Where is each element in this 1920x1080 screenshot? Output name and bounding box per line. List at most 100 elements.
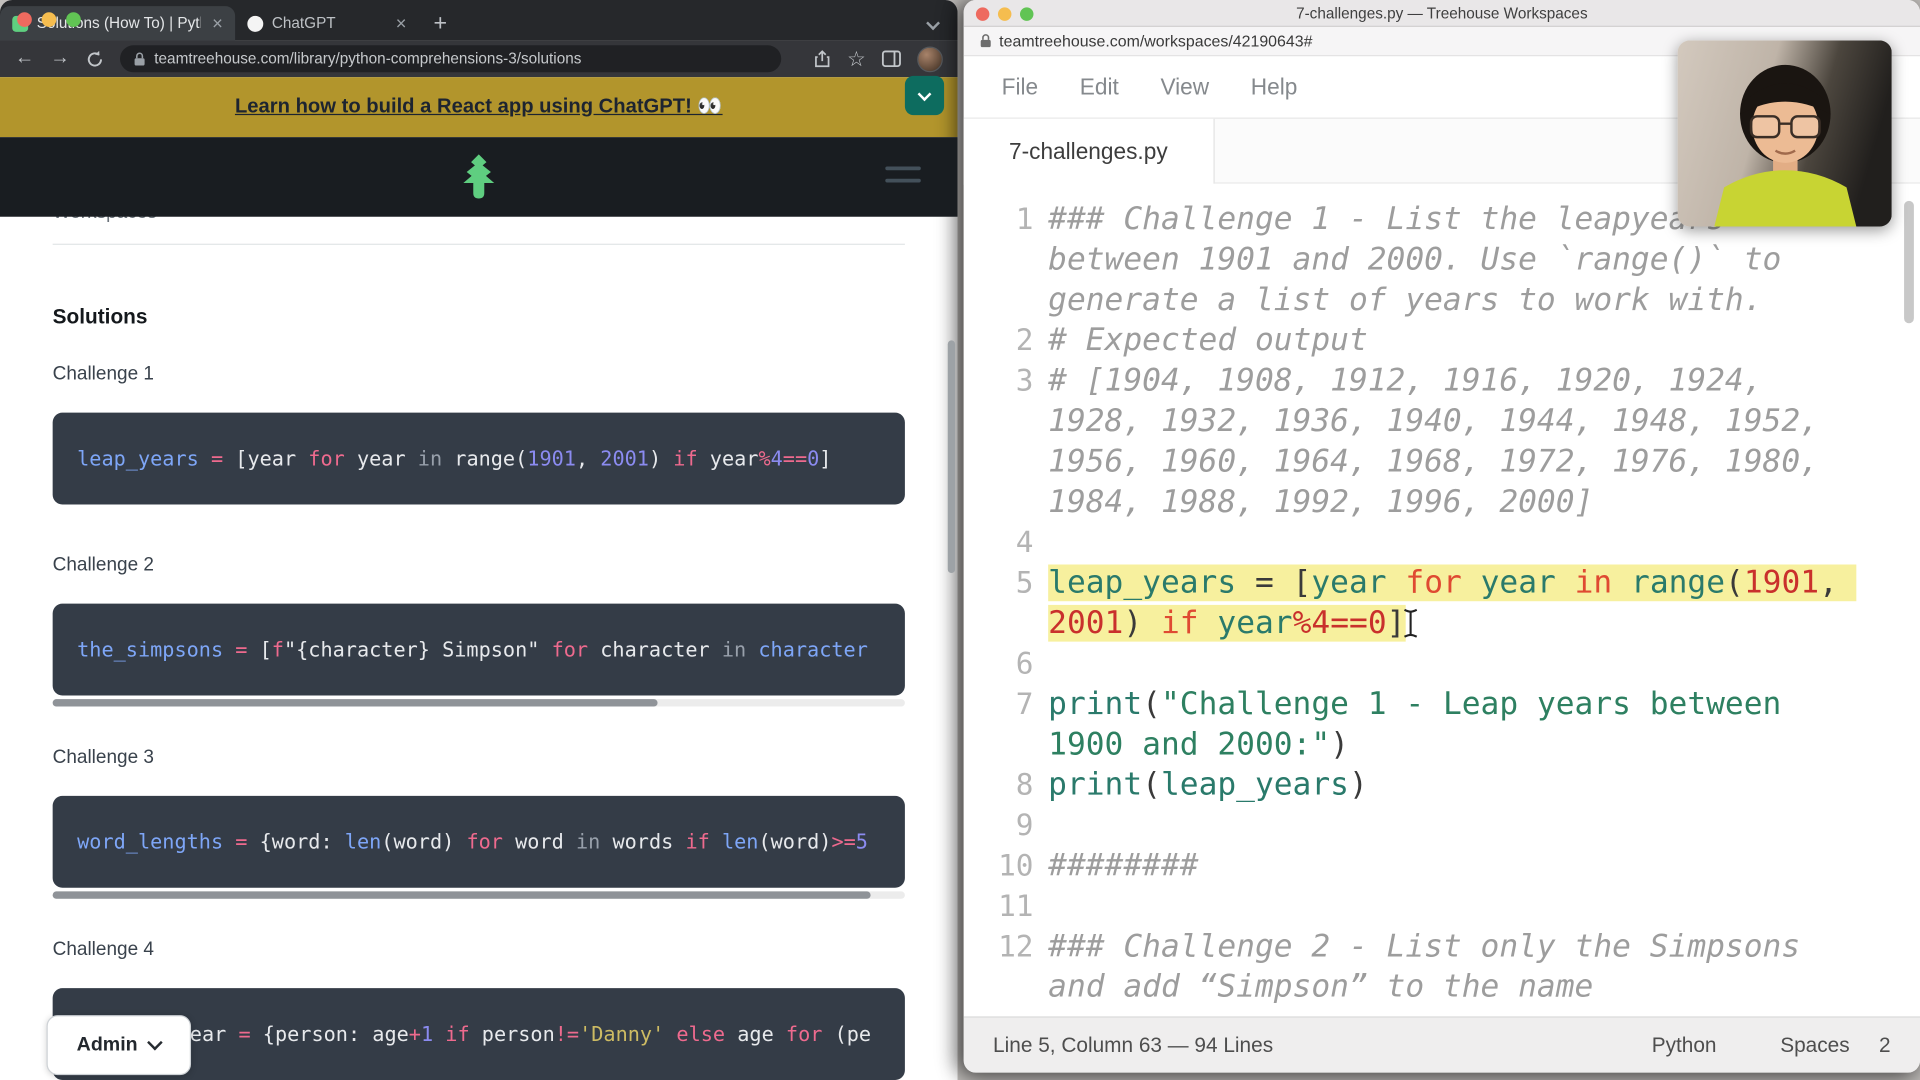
back-button[interactable]: ← bbox=[15, 49, 35, 69]
minimize-window-button[interactable] bbox=[42, 12, 57, 27]
challenge-label: Challenge 1 bbox=[53, 364, 905, 386]
editor-line[interactable]: 8print(leap_years) bbox=[980, 765, 1920, 805]
treehouse-logo-icon[interactable] bbox=[457, 152, 501, 201]
challenges-list: Challenge 1 leap_years = [year for year i… bbox=[0, 364, 958, 1080]
indent-size[interactable]: 2 bbox=[1879, 1033, 1891, 1057]
bookmark-star-icon[interactable]: ☆ bbox=[847, 48, 866, 69]
new-tab-button[interactable]: + bbox=[433, 12, 447, 35]
editor-line[interactable]: 5leap_years = [year for year in range(19… bbox=[980, 563, 1920, 644]
code-line[interactable]: # [1904, 1908, 1912, 1916, 1920, 1924, 1… bbox=[1033, 361, 1841, 523]
menu-view[interactable]: View bbox=[1160, 73, 1209, 100]
scrollbar-thumb[interactable] bbox=[53, 699, 658, 706]
divider bbox=[53, 244, 905, 245]
code-line[interactable] bbox=[1033, 887, 1841, 927]
lock-icon bbox=[980, 33, 992, 49]
code-snippet-line: the_simpsons = [f"{character} Simpson" f… bbox=[53, 638, 868, 661]
webcam-video bbox=[1678, 40, 1892, 226]
close-tab-icon[interactable]: × bbox=[210, 14, 226, 32]
page-title: Solutions bbox=[53, 305, 905, 329]
menu-help[interactable]: Help bbox=[1251, 73, 1298, 100]
editor-line[interactable]: 11 bbox=[980, 887, 1920, 927]
reload-button[interactable] bbox=[86, 50, 104, 68]
line-number: 8 bbox=[980, 765, 1034, 805]
side-panel-icon[interactable] bbox=[882, 50, 902, 67]
line-number: 2 bbox=[980, 321, 1034, 361]
code-line[interactable]: ######## bbox=[1033, 846, 1841, 886]
code-snippet-block: the_simpsons = [f"{character} Simpson" f… bbox=[53, 604, 905, 696]
indent-mode[interactable]: Spaces bbox=[1780, 1033, 1849, 1057]
line-number: 10 bbox=[980, 846, 1034, 886]
code-editor[interactable]: 1### Challenge 1 - List the leapyears be… bbox=[964, 184, 1920, 1017]
line-number: 9 bbox=[980, 806, 1034, 846]
traffic-lights bbox=[17, 12, 81, 27]
file-tab-label: 7-challenges.py bbox=[1009, 138, 1168, 165]
line-number: 6 bbox=[980, 644, 1034, 684]
code-line[interactable]: ### Challenge 2 - List only the Simpsons… bbox=[1033, 927, 1841, 1008]
code-line[interactable] bbox=[1033, 806, 1841, 846]
code-line[interactable]: print(leap_years) bbox=[1033, 765, 1841, 805]
editor-line[interactable]: 10######## bbox=[980, 846, 1920, 886]
window-title-bar: 7-challenges.py — Treehouse Workspaces bbox=[964, 0, 1920, 27]
editor-line[interactable]: 7print("Challenge 1 - Leap years between… bbox=[980, 684, 1920, 765]
code-line[interactable]: print("Challenge 1 - Leap years between … bbox=[1033, 684, 1841, 765]
ibeam-cursor bbox=[1402, 607, 1419, 650]
editor-line[interactable]: 3# [1904, 1908, 1912, 1916, 1920, 1924, … bbox=[980, 361, 1920, 523]
webcam-overlay[interactable] bbox=[1678, 40, 1892, 226]
menu-file[interactable]: File bbox=[1002, 73, 1039, 100]
editor-line[interactable]: 9 bbox=[980, 806, 1920, 846]
editor-line[interactable]: 12### Challenge 2 - List only the Simpso… bbox=[980, 927, 1920, 1008]
profile-avatar[interactable] bbox=[917, 46, 943, 72]
code-snippet-line: leap_years = [year for year in range(190… bbox=[53, 447, 832, 470]
tab-strip: Solutions (How To) | Python Co × ChatGPT… bbox=[0, 0, 958, 40]
status-bar: Line 5, Column 63 — 94 Lines Python Spac… bbox=[964, 1016, 1920, 1072]
horizontal-scrollbar[interactable] bbox=[53, 891, 905, 898]
code-line[interactable] bbox=[1033, 644, 1841, 684]
admin-menu-button[interactable]: Admin bbox=[47, 1015, 191, 1075]
browser-toolbar: ← → teamtreehouse.com/library/python-com… bbox=[0, 40, 958, 77]
browser-tab-chatgpt[interactable]: ChatGPT × bbox=[235, 6, 419, 40]
workspaces-window: 7-challenges.py — Treehouse Workspaces t… bbox=[964, 0, 1920, 1073]
zoom-window-button[interactable] bbox=[66, 12, 81, 27]
line-number: 4 bbox=[980, 523, 1034, 563]
zoom-window-button[interactable] bbox=[1020, 7, 1033, 20]
tab-search-chevron-icon[interactable] bbox=[928, 12, 938, 34]
horizontal-scrollbar[interactable] bbox=[53, 699, 905, 706]
desktop: Solutions (How To) | Python Co × ChatGPT… bbox=[0, 0, 1920, 1080]
language-mode[interactable]: Python bbox=[1652, 1033, 1717, 1057]
url-text: teamtreehouse.com/workspaces/42190643# bbox=[999, 32, 1312, 50]
code-line[interactable]: leap_years = [year for year in range(190… bbox=[1033, 563, 1841, 644]
line-number: 11 bbox=[980, 887, 1034, 927]
challenge-label: Challenge 3 bbox=[53, 747, 905, 769]
promo-banner: Learn how to build a React app using Cha… bbox=[0, 77, 958, 137]
menu-edit[interactable]: Edit bbox=[1080, 73, 1119, 100]
forward-button[interactable]: → bbox=[50, 49, 70, 69]
code-snippet-block: leap_years = [year for year in range(190… bbox=[53, 413, 905, 505]
url-text: teamtreehouse.com/library/python-compreh… bbox=[154, 50, 581, 67]
minimize-window-button[interactable] bbox=[998, 7, 1011, 20]
chatgpt-favicon bbox=[247, 15, 263, 31]
close-tab-icon[interactable]: × bbox=[393, 14, 409, 32]
line-number: 7 bbox=[980, 684, 1034, 724]
close-window-button[interactable] bbox=[976, 7, 989, 20]
editor-line[interactable]: 4 bbox=[980, 523, 1920, 563]
editor-scrollbar[interactable] bbox=[1904, 201, 1914, 323]
scrollbar-thumb[interactable] bbox=[53, 891, 871, 898]
line-number: 5 bbox=[980, 563, 1034, 603]
window-title: 7-challenges.py — Treehouse Workspaces bbox=[1296, 4, 1588, 21]
address-bar[interactable]: teamtreehouse.com/library/python-compreh… bbox=[120, 45, 781, 72]
selection-highlight: leap_years = [year for year in range(190… bbox=[1048, 564, 1857, 641]
browser-window: Solutions (How To) | Python Co × ChatGPT… bbox=[0, 0, 958, 1080]
close-window-button[interactable] bbox=[17, 12, 32, 27]
file-tab[interactable]: 7-challenges.py bbox=[964, 119, 1215, 185]
code-line[interactable]: # Expected output bbox=[1033, 321, 1841, 361]
vertical-scrollbar[interactable] bbox=[948, 340, 955, 573]
banner-collapse-button[interactable] bbox=[905, 76, 944, 115]
challenge-label: Challenge 2 bbox=[53, 555, 905, 577]
editor-line[interactable]: 2# Expected output bbox=[980, 321, 1920, 361]
code-snippet-block: word_lengths = {word: len(word) for word… bbox=[53, 796, 905, 888]
editor-line[interactable]: 6 bbox=[980, 644, 1920, 684]
promo-banner-link[interactable]: Learn how to build a React app using Cha… bbox=[235, 96, 723, 119]
code-line[interactable] bbox=[1033, 523, 1841, 563]
share-icon[interactable] bbox=[813, 49, 831, 69]
hamburger-menu-icon[interactable] bbox=[885, 167, 921, 183]
